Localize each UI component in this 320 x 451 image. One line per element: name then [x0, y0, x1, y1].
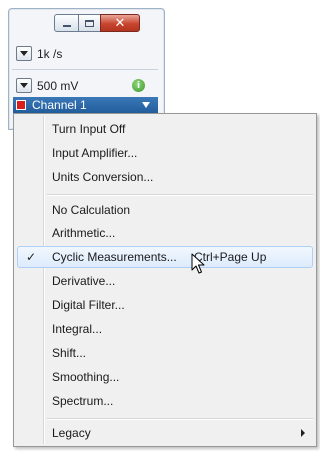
- menu-item-label: Units Conversion...: [52, 170, 154, 184]
- menu-item-integral[interactable]: Integral...: [17, 318, 313, 340]
- minimize-icon: [62, 25, 71, 27]
- menu-item-shift[interactable]: Shift...: [17, 342, 313, 364]
- menu-separator: [47, 418, 313, 420]
- maximize-button[interactable]: [78, 14, 101, 32]
- menu-item-smoothing[interactable]: Smoothing...: [17, 366, 313, 388]
- close-icon: ✕: [114, 15, 126, 31]
- menu-item-label: Integral...: [52, 322, 103, 336]
- mouse-pointer-icon: [191, 253, 205, 274]
- menu-item-label: Digital Filter...: [52, 298, 125, 312]
- channel-label: Channel 1: [32, 98, 87, 112]
- window-controls: ✕: [54, 14, 140, 34]
- maximize-icon: [85, 19, 94, 27]
- checkmark-icon: ✓: [26, 250, 37, 264]
- menu-item-derivative[interactable]: Derivative...: [17, 270, 313, 292]
- menu-item-label: Input Amplifier...: [52, 146, 138, 160]
- submenu-arrow-icon: [301, 429, 305, 437]
- menu-separator: [47, 194, 313, 196]
- menu-item-cyclic-measurements[interactable]: ✓ Cyclic Measurements... Ctrl+Page Up: [17, 246, 313, 268]
- menu-item-label: Spectrum...: [52, 394, 114, 408]
- channel-selector[interactable]: Channel 1: [13, 97, 158, 113]
- menu-item-label: Turn Input Off: [52, 122, 126, 136]
- info-icon[interactable]: i: [132, 79, 145, 92]
- chevron-down-icon: [142, 102, 150, 108]
- menu-item-label: No Calculation: [52, 203, 131, 217]
- menu-item-label: Legacy: [52, 426, 91, 440]
- close-button[interactable]: ✕: [100, 14, 140, 32]
- menu-item-label: Cyclic Measurements...: [52, 250, 177, 264]
- menu-item-digital-filter[interactable]: Digital Filter...: [17, 294, 313, 316]
- menu-item-spectrum[interactable]: Spectrum...: [17, 390, 313, 412]
- menu-item-label: Arithmetic...: [52, 226, 116, 240]
- menu-item-label: Derivative...: [52, 274, 116, 288]
- menu-item-turn-input-off[interactable]: Turn Input Off: [17, 118, 313, 140]
- range-value: 500 mV: [37, 78, 79, 93]
- menu-item-label: Smoothing...: [52, 370, 120, 384]
- minimize-button[interactable]: [54, 14, 79, 32]
- channel-context-menu: Turn Input Off Input Amplifier... Units …: [13, 113, 317, 447]
- menu-item-units-conversion[interactable]: Units Conversion...: [17, 166, 313, 188]
- menu-item-no-calculation[interactable]: No Calculation: [17, 199, 313, 221]
- channel-color-swatch: [16, 100, 26, 110]
- sample-rate-row: 1k /s: [16, 46, 62, 61]
- range-row: 500 mV: [16, 78, 78, 93]
- sample-rate-dropdown[interactable]: [16, 46, 32, 61]
- sample-rate-value: 1k /s: [37, 46, 63, 61]
- chevron-down-icon: [20, 83, 28, 88]
- menu-item-arithmetic[interactable]: Arithmetic...: [17, 222, 313, 244]
- menu-item-input-amplifier[interactable]: Input Amplifier...: [17, 142, 313, 164]
- menu-item-legacy[interactable]: Legacy: [17, 422, 313, 444]
- chevron-down-icon: [20, 51, 28, 56]
- divider: [12, 69, 158, 70]
- menu-item-label: Shift...: [52, 346, 87, 360]
- range-dropdown[interactable]: [16, 78, 32, 93]
